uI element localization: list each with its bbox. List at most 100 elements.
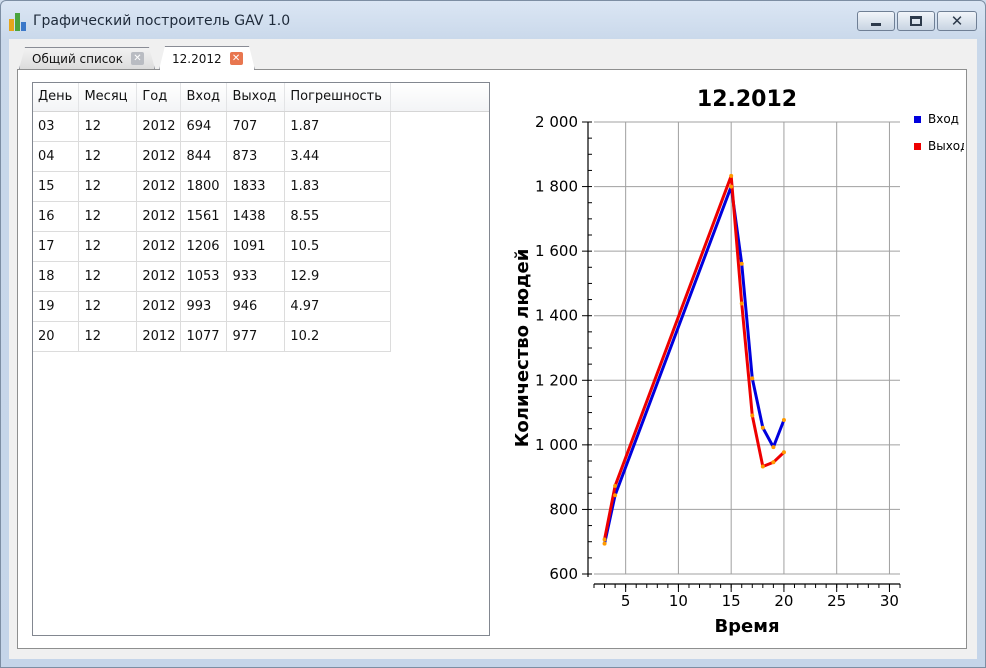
- x-tick-label: 30: [880, 592, 899, 610]
- close-icon[interactable]: ✕: [131, 52, 144, 65]
- table-cell[interactable]: 1.83: [284, 171, 392, 202]
- column-header-error[interactable]: Погрешность: [284, 83, 392, 112]
- app-chart-icon: [9, 13, 29, 31]
- table-cell[interactable]: 12: [78, 261, 138, 292]
- table-row[interactable]: 20 12 2012 1077 977 10.2: [33, 321, 489, 352]
- chart-title: 12.2012: [697, 87, 797, 112]
- table-cell[interactable]: 1833: [226, 171, 286, 202]
- table-cell[interactable]: 1206: [180, 231, 228, 262]
- table-cell[interactable]: 18: [33, 261, 80, 292]
- table-cell[interactable]: 1561: [180, 201, 228, 232]
- data-grid[interactable]: День Месяц Год Вход Выход Погрешность 03…: [32, 82, 490, 636]
- data-point: [729, 184, 734, 189]
- column-header-year[interactable]: Год: [136, 83, 182, 112]
- table-cell[interactable]: 12: [78, 291, 138, 322]
- tab-label: Общий список: [32, 51, 123, 66]
- table-cell[interactable]: 1091: [226, 231, 286, 262]
- x-tick-label: 10: [669, 592, 688, 610]
- table-cell[interactable]: 12: [78, 201, 138, 232]
- table-cell[interactable]: 2012: [136, 201, 182, 232]
- column-header-filler: [390, 83, 489, 112]
- data-point: [771, 460, 776, 465]
- table-cell[interactable]: 19: [33, 291, 80, 322]
- tab-12-2012[interactable]: 12.2012 ✕: [159, 46, 255, 70]
- table-cell[interactable]: 2012: [136, 231, 182, 262]
- table-cell[interactable]: 12: [78, 321, 138, 352]
- y-tick-label: 800: [549, 500, 578, 518]
- table-cell[interactable]: 2012: [136, 291, 182, 322]
- legend-label: Выход: [928, 139, 964, 153]
- table-cell[interactable]: 844: [180, 141, 228, 172]
- table-cell[interactable]: 977: [226, 321, 286, 352]
- table-cell[interactable]: 15: [33, 171, 80, 202]
- window-title: Графический построитель GAV 1.0: [33, 13, 291, 29]
- column-header-in[interactable]: Вход: [180, 83, 228, 112]
- maximize-icon: [910, 16, 922, 26]
- table-cell[interactable]: 8.55: [284, 201, 392, 232]
- title-bar[interactable]: Графический построитель GAV 1.0 ✕: [1, 1, 985, 41]
- table-cell[interactable]: 694: [180, 111, 228, 142]
- table-cell[interactable]: 3.44: [284, 141, 392, 172]
- y-tick-label: 1 400: [535, 307, 578, 325]
- series-line-out: [603, 174, 785, 540]
- data-point: [729, 173, 734, 178]
- table-cell[interactable]: 12: [78, 231, 138, 262]
- table-cell[interactable]: 12: [78, 171, 138, 202]
- table-row[interactable]: 16 12 2012 1561 1438 8.55: [33, 201, 489, 232]
- table-row[interactable]: 03 12 2012 694 707 1.87: [33, 111, 489, 142]
- table-cell[interactable]: 10.2: [284, 321, 392, 352]
- table-cell[interactable]: 1.87: [284, 111, 392, 142]
- table-cell[interactable]: 1438: [226, 201, 286, 232]
- chart-panel: 600 800 1 000 1 200 1 400 1 600 1 800 2 000 5 10 1…: [498, 80, 968, 640]
- table-row[interactable]: 04 12 2012 844 873 3.44: [33, 141, 489, 172]
- maximize-button[interactable]: [897, 11, 935, 31]
- table-cell[interactable]: 933: [226, 261, 286, 292]
- table-cell[interactable]: 2012: [136, 321, 182, 352]
- column-header-month[interactable]: Месяц: [78, 83, 138, 112]
- table-cell[interactable]: 946: [226, 291, 286, 322]
- x-tick-label: 25: [827, 592, 846, 610]
- table-cell[interactable]: 1800: [180, 171, 228, 202]
- table-cell[interactable]: 16: [33, 201, 80, 232]
- table-cell[interactable]: 2012: [136, 141, 182, 172]
- column-header-out[interactable]: Выход: [226, 83, 286, 112]
- table-row[interactable]: 19 12 2012 993 946 4.97: [33, 291, 489, 322]
- tab-general-list[interactable]: Общий список ✕: [19, 47, 155, 69]
- table-cell[interactable]: 873: [226, 141, 286, 172]
- data-point: [602, 541, 607, 546]
- table-cell[interactable]: 20: [33, 321, 80, 352]
- table-cell[interactable]: 1077: [180, 321, 228, 352]
- table-row[interactable]: 18 12 2012 1053 933 12.9: [33, 261, 489, 292]
- data-point: [771, 445, 776, 450]
- tab-label: 12.2012: [172, 51, 222, 66]
- data-point: [750, 413, 755, 418]
- table-cell[interactable]: 17: [33, 231, 80, 262]
- data-point: [760, 464, 765, 469]
- table-cell[interactable]: 12.9: [284, 261, 392, 292]
- close-icon[interactable]: ✕: [230, 52, 243, 65]
- minimize-button[interactable]: [857, 11, 895, 31]
- table-cell[interactable]: 1053: [180, 261, 228, 292]
- table-cell[interactable]: 12: [78, 141, 138, 172]
- table-row[interactable]: 17 12 2012 1206 1091 10.5: [33, 231, 489, 262]
- client-area: Общий список ✕ 12.2012 ✕ День Месяц Год …: [9, 39, 977, 659]
- table-cell[interactable]: 2012: [136, 261, 182, 292]
- table-cell[interactable]: 03: [33, 111, 80, 142]
- app-window: Графический построитель GAV 1.0 ✕ Общий …: [0, 0, 986, 668]
- legend-swatch: [914, 116, 921, 123]
- table-cell[interactable]: 2012: [136, 111, 182, 142]
- table-cell[interactable]: 04: [33, 141, 80, 172]
- table-cell[interactable]: 12: [78, 111, 138, 142]
- table-cell[interactable]: 707: [226, 111, 286, 142]
- data-point: [781, 417, 786, 422]
- column-header-day[interactable]: День: [33, 83, 80, 112]
- close-window-button[interactable]: ✕: [937, 11, 977, 31]
- table-cell[interactable]: 10.5: [284, 231, 392, 262]
- table-cell[interactable]: 4.97: [284, 291, 392, 322]
- data-point: [781, 450, 786, 455]
- table-cell[interactable]: 2012: [136, 171, 182, 202]
- series-line-in: [603, 185, 786, 544]
- table-row[interactable]: 15 12 2012 1800 1833 1.83: [33, 171, 489, 202]
- table-cell[interactable]: 993: [180, 291, 228, 322]
- minimize-icon: [871, 22, 881, 26]
